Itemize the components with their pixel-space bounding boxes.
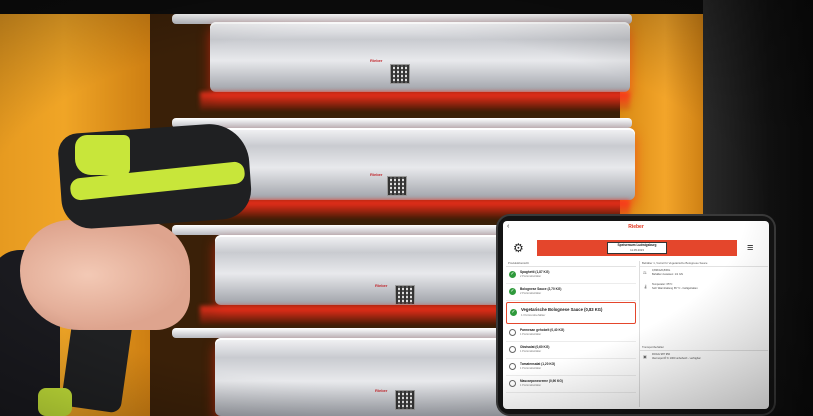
scanner-grip	[38, 388, 72, 416]
tray-brand-label: Rieber	[370, 58, 383, 63]
background-top	[0, 0, 813, 14]
item-name: Bolognese Sauce (2,70 KG)	[520, 287, 562, 291]
app-brand: Rieber	[628, 224, 644, 230]
product-list: Produktübersicht ✓ Spaghetti (1,87 KG) 2…	[506, 261, 636, 407]
item-name: Vegetarische Bolognese Sauce (0,83 KG)	[521, 307, 603, 312]
container-details: Behälter 1, Vorrat für Vegetarische Bolo…	[639, 261, 768, 407]
check-circle-icon: ✓	[509, 271, 516, 278]
empty-circle-icon	[509, 363, 516, 370]
item-containers: 1 Portionsbehälter	[520, 367, 542, 370]
red-light-glow	[200, 92, 630, 110]
detail-line: Soll: Warmhaltung 65 °C - heißgehalten	[652, 287, 698, 290]
item-containers: 1 Portionsbehälter	[521, 313, 546, 317]
item-containers: 2 Portionsbehälter	[520, 275, 542, 278]
gear-icon[interactable]: ⚙	[513, 241, 524, 255]
item-containers: 1 Portionsbehälter	[520, 350, 542, 353]
detail-text: 0,83KG/0,83KG Behälter zuweisen: 1/1 GN	[652, 269, 683, 277]
item-containers: 2 Portionsbehälter	[520, 292, 542, 295]
empty-circle-icon	[509, 329, 516, 336]
thermometer-icon: 🌡	[643, 284, 649, 289]
qr-code	[395, 285, 415, 305]
check-circle-icon: ✓	[509, 288, 516, 295]
location-date: 11.05.2023	[630, 248, 644, 252]
item-name: Parmesan gehobelt (0,40 KG)	[520, 328, 565, 332]
gastronorm-tray: Rieber	[210, 22, 630, 92]
item-name: Tomatensalat (1,20 KG)	[520, 362, 556, 366]
tablet-screen: Rieber ‹ ⚙ Speiseraum Ludwigsburg 11.05.…	[503, 221, 769, 409]
tray-brand-label: Rieber	[375, 283, 388, 288]
operator-hand	[20, 220, 190, 330]
list-item[interactable]: Obstsalat (0,60 KG) 1 Portionsbehälter	[506, 342, 636, 359]
photo-scene: Rieber Rieber Rieber Rieber Rieber ‹ ⚙ S…	[0, 0, 813, 416]
transport-detail[interactable]: ▣ ROGG 987 950 thermoport® K 1000 unbehe…	[640, 351, 768, 365]
location-box[interactable]: Speiseraum Ludwigsburg 11.05.2023	[607, 242, 667, 254]
check-circle-icon: ✓	[510, 309, 517, 316]
qr-code	[390, 64, 410, 84]
list-item-selected[interactable]: ✓ Vegetarische Bolognese Sauce (0,83 KG)…	[506, 302, 636, 324]
qr-code	[387, 176, 407, 196]
item-name: Spaghetti (1,87 KG)	[520, 270, 550, 274]
empty-circle-icon	[509, 346, 516, 353]
empty-circle-icon	[509, 380, 516, 387]
detail-line: Behälter zuweisen: 1/1 GN	[652, 273, 683, 276]
list-item[interactable]: Parmesan gehobelt (0,40 KG) 1 Portionsbe…	[506, 325, 636, 342]
chevron-left-icon[interactable]: ‹	[507, 223, 509, 230]
detail-line: thermoport® K 1000 unbeheizt - verfügbar	[652, 357, 701, 360]
location-banner: Speiseraum Ludwigsburg 11.05.2023	[537, 240, 737, 256]
item-name: Obstsalat (0,60 KG)	[520, 345, 550, 349]
item-name: Mascarponecreme (0,90 KG)	[520, 379, 563, 383]
checklist-icon[interactable]: ≡	[747, 241, 753, 255]
tray-rim	[172, 118, 632, 128]
detail-text: ROGG 987 950 thermoport® K 1000 unbeheiz…	[652, 353, 701, 361]
list-item[interactable]: Mascarponecreme (0,90 KG) 1 Portionsbehä…	[506, 376, 636, 393]
item-containers: 1 Portionsbehälter	[520, 384, 542, 387]
tray-brand-label: Rieber	[375, 388, 388, 393]
scale-icon: ⚖	[643, 270, 647, 275]
box-icon: ▣	[643, 354, 647, 359]
list-item[interactable]: ✓ Bolognese Sauce (2,70 KG) 2 Portionsbe…	[506, 284, 636, 301]
weight-detail: ⚖ 0,83KG/0,83KG Behälter zuweisen: 1/1 G…	[640, 267, 768, 281]
scanner-head	[75, 135, 130, 175]
qr-code	[395, 390, 415, 410]
temperature-detail: 🌡 Temperatur: 65°C Soll: Warmhaltung 65 …	[640, 281, 768, 295]
item-containers: 1 Portionsbehälter	[520, 333, 542, 336]
detail-text: Temperatur: 65°C Soll: Warmhaltung 65 °C…	[652, 283, 698, 291]
gastronorm-tray: Rieber	[215, 128, 635, 200]
list-item[interactable]: Tomatensalat (1,20 KG) 1 Portionsbehälte…	[506, 359, 636, 376]
tablet-device: Rieber ‹ ⚙ Speiseraum Ludwigsburg 11.05.…	[498, 216, 774, 414]
list-item[interactable]: ✓ Spaghetti (1,87 KG) 2 Portionsbehälter	[506, 267, 636, 284]
tray-brand-label: Rieber	[370, 172, 383, 177]
transport-section: Transportbehälter ▣ ROGG 987 950 thermop…	[640, 345, 768, 365]
